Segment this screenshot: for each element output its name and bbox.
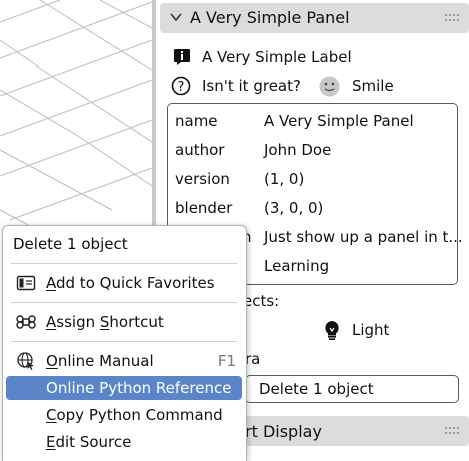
menu-item-label: Add to Quick Favorites (46, 274, 215, 292)
question-text: Isn't it great? (202, 77, 301, 95)
question-icon: ? (171, 76, 191, 96)
meta-value: John Doe (264, 141, 332, 159)
meta-value: (3, 0, 0) (264, 199, 324, 217)
smile-icon (319, 76, 340, 97)
meta-value: (1, 0) (264, 170, 305, 188)
meta-row-author: author John Doe (168, 135, 457, 164)
meta-value: Just show up a panel in t... (264, 228, 463, 246)
menu-item-shortcut: F1 (217, 352, 236, 370)
menu-item-add-to-quick-favorites[interactable]: Add to Quick Favorites (6, 271, 242, 295)
menu-item-copy-python-command[interactable]: Copy Python Command (6, 403, 242, 427)
svg-text:?: ? (178, 80, 185, 95)
drag-grip-icon[interactable] (445, 14, 461, 22)
meta-value: Learning (264, 257, 330, 275)
panel-header[interactable]: A Very Simple Panel (160, 3, 469, 33)
delete-object-button-label: Delete 1 object (259, 380, 374, 398)
menu-item-edit-source[interactable]: Edit Source (6, 430, 242, 454)
menu-item-assign-shortcut[interactable]: Assign Shortcut (6, 310, 242, 334)
globe-icon (17, 352, 34, 370)
menu-item-label: Assign Shortcut (46, 313, 164, 331)
meta-row-version: version (1, 0) (168, 164, 457, 193)
info-icon (174, 49, 190, 65)
meta-key: name (175, 112, 218, 130)
meta-key: author (175, 141, 225, 159)
menu-separator (11, 341, 237, 342)
objects-label: ects: (243, 292, 280, 310)
menu-separator (11, 263, 237, 264)
light-bulb-icon (325, 321, 339, 340)
quick-favorites-icon (16, 275, 36, 291)
chevron-down-icon (170, 13, 182, 22)
camera-label: ra (245, 350, 261, 368)
meta-row-blender: blender (3, 0, 0) (168, 193, 457, 222)
menu-separator (11, 302, 237, 303)
drag-grip-icon[interactable] (445, 427, 461, 435)
menu-item-label: Online Manual (46, 352, 154, 370)
panel2-title: rt Display (245, 422, 322, 441)
panel-title: A Very Simple Panel (190, 8, 350, 27)
keyboard-shortcut-icon (16, 315, 36, 329)
simple-label-text: A Very Simple Label (202, 48, 352, 66)
menu-item-label: Copy Python Command (46, 406, 223, 424)
context-menu-heading: Delete 1 object (13, 235, 128, 253)
menu-item-online-python-reference[interactable]: Online Python Reference (6, 376, 242, 400)
delete-object-button[interactable]: Delete 1 object (245, 375, 459, 403)
menu-item-label: Online Python Reference (46, 379, 232, 397)
menu-item-online-manual[interactable]: Online Manual F1 (6, 349, 242, 373)
meta-key: blender (175, 199, 233, 217)
menu-item-label: Edit Source (46, 433, 132, 451)
smile-text: Smile (352, 77, 394, 95)
meta-key: version (175, 170, 230, 188)
context-menu: Delete 1 object Add to Quick Favorites A… (2, 225, 247, 461)
meta-row-name: name A Very Simple Panel (168, 106, 457, 135)
light-label: Light (352, 321, 390, 339)
meta-value: A Very Simple Panel (264, 112, 414, 130)
